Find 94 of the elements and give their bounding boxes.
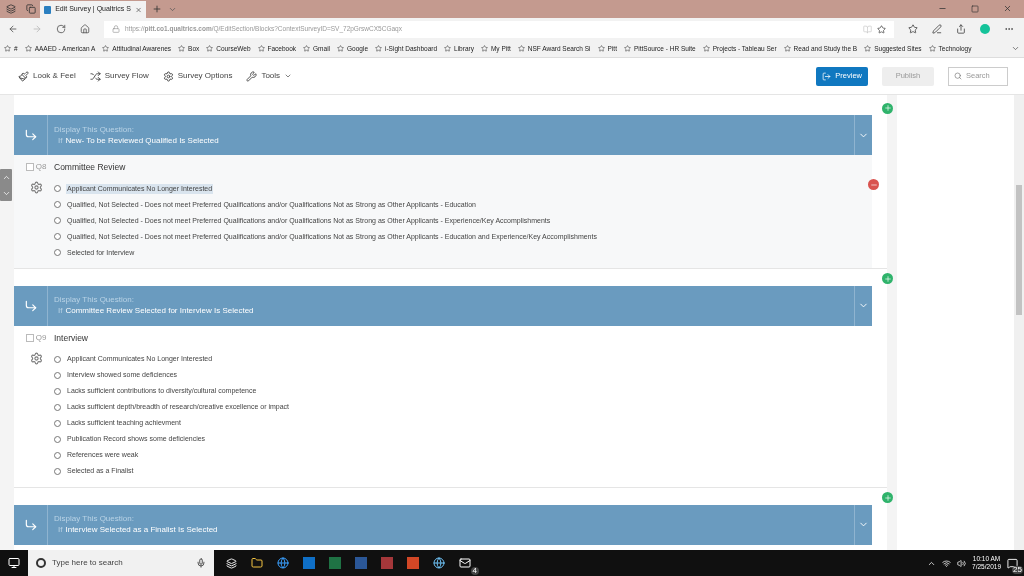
radio-button[interactable] <box>54 452 61 459</box>
site-icon <box>44 5 52 14</box>
notifications-icon[interactable] <box>1007 557 1018 569</box>
notification-count: 25 <box>1012 565 1023 574</box>
close-icon[interactable] <box>134 5 142 14</box>
radio-button[interactable] <box>54 420 61 427</box>
maximize-icon[interactable] <box>971 5 979 13</box>
preview-icon <box>822 71 832 81</box>
add-button[interactable] <box>882 492 894 503</box>
star-icon <box>702 45 710 52</box>
question-checkbox[interactable] <box>25 333 34 342</box>
display-logic-condition: New- To be Reviewed Qualified Is Selected <box>65 136 219 145</box>
display-logic-condition: Interview Selected as a Finalist Is Selected <box>65 526 218 534</box>
if-label: If <box>58 136 63 145</box>
question-number: Q8 <box>35 161 47 173</box>
network-icon[interactable] <box>942 558 952 568</box>
question-number: Q9 <box>35 331 47 344</box>
star-icon <box>597 45 605 52</box>
star-icon <box>623 45 631 52</box>
display-logic-heading: Display This Question: <box>54 515 135 523</box>
taskbar-search-placeholder: Type here to search <box>52 557 124 569</box>
radio-button[interactable] <box>54 436 61 443</box>
star-icon <box>178 45 186 52</box>
star-icon <box>444 45 452 52</box>
star-icon <box>206 45 214 52</box>
if-label: If <box>58 307 63 316</box>
plus-icon <box>883 274 892 283</box>
plus-icon <box>883 493 892 502</box>
radio-button[interactable] <box>54 468 61 475</box>
favorites-icon[interactable] <box>908 24 918 34</box>
wrench-icon <box>246 70 258 82</box>
radio-button[interactable] <box>54 372 61 379</box>
question-title: Committee Review <box>54 161 127 174</box>
toolbar-link[interactable]: Survey Options <box>177 70 233 82</box>
home-icon[interactable] <box>80 24 90 34</box>
star-icon <box>480 45 488 52</box>
forward-icon[interactable] <box>32 24 42 34</box>
display-logic-condition: Committee Review Selected for Interview Is Selected <box>65 307 254 316</box>
star-icon <box>4 45 11 52</box>
microphone-icon[interactable] <box>196 558 206 568</box>
plus-icon <box>883 104 892 112</box>
volume-icon[interactable] <box>957 558 967 568</box>
add-button[interactable] <box>882 273 894 285</box>
radio-button[interactable] <box>54 388 61 395</box>
if-label: If <box>58 526 63 534</box>
toolbar-link[interactable]: Survey Flow <box>104 70 149 82</box>
star-icon <box>24 45 32 52</box>
back-icon[interactable] <box>8 24 18 34</box>
remove-button[interactable] <box>868 179 880 190</box>
brush-icon <box>18 70 29 82</box>
arrow-icon <box>23 517 38 532</box>
arrow-icon <box>23 128 38 142</box>
radio-button[interactable] <box>54 356 61 363</box>
display-logic-heading: Display This Question: <box>54 296 135 305</box>
search-icon <box>954 72 962 80</box>
settings-icon[interactable] <box>29 181 43 194</box>
new-tab-icon[interactable] <box>152 4 162 14</box>
star-icon <box>303 45 311 52</box>
radio-button[interactable] <box>54 404 61 411</box>
folder-icon[interactable] <box>251 557 263 569</box>
share-icon[interactable] <box>956 24 966 34</box>
display-logic-heading: Display This Question: <box>54 125 135 134</box>
question-checkbox[interactable] <box>25 163 34 171</box>
chevron-down-icon[interactable] <box>284 72 293 80</box>
mail-icon[interactable] <box>459 557 471 569</box>
star-icon[interactable] <box>877 24 886 34</box>
settings-icon <box>162 70 174 82</box>
star-icon <box>783 45 791 52</box>
refresh-icon[interactable] <box>56 24 66 34</box>
mail-badge: 4 <box>470 567 479 575</box>
star-icon <box>864 45 872 52</box>
pen-icon[interactable] <box>932 24 942 34</box>
star-icon <box>337 45 345 52</box>
arrow-icon <box>23 298 38 313</box>
star-icon <box>102 45 110 52</box>
star-icon <box>517 45 525 52</box>
toolbar-link[interactable]: Look & Feel <box>33 70 76 82</box>
star-icon <box>375 45 382 52</box>
add-button[interactable] <box>882 102 894 114</box>
taskbar-search-field[interactable]: Type here to search <box>28 550 214 576</box>
star-icon <box>257 45 265 52</box>
reading-view-icon[interactable] <box>863 24 872 34</box>
shuffle-icon <box>89 70 101 82</box>
question-title: Interview <box>54 331 89 345</box>
settings-icon[interactable] <box>29 351 43 365</box>
move-buttons[interactable] <box>0 169 12 201</box>
close-icon[interactable] <box>1003 4 1012 13</box>
chevron-down-icon[interactable] <box>1011 44 1020 53</box>
extension-icon[interactable] <box>980 24 990 34</box>
star-icon <box>928 45 936 52</box>
scrollbar[interactable] <box>1014 95 1024 550</box>
toolbar-link[interactable]: Tools <box>261 70 281 82</box>
chevron-down-icon[interactable] <box>168 5 177 14</box>
lock-icon <box>112 25 120 33</box>
